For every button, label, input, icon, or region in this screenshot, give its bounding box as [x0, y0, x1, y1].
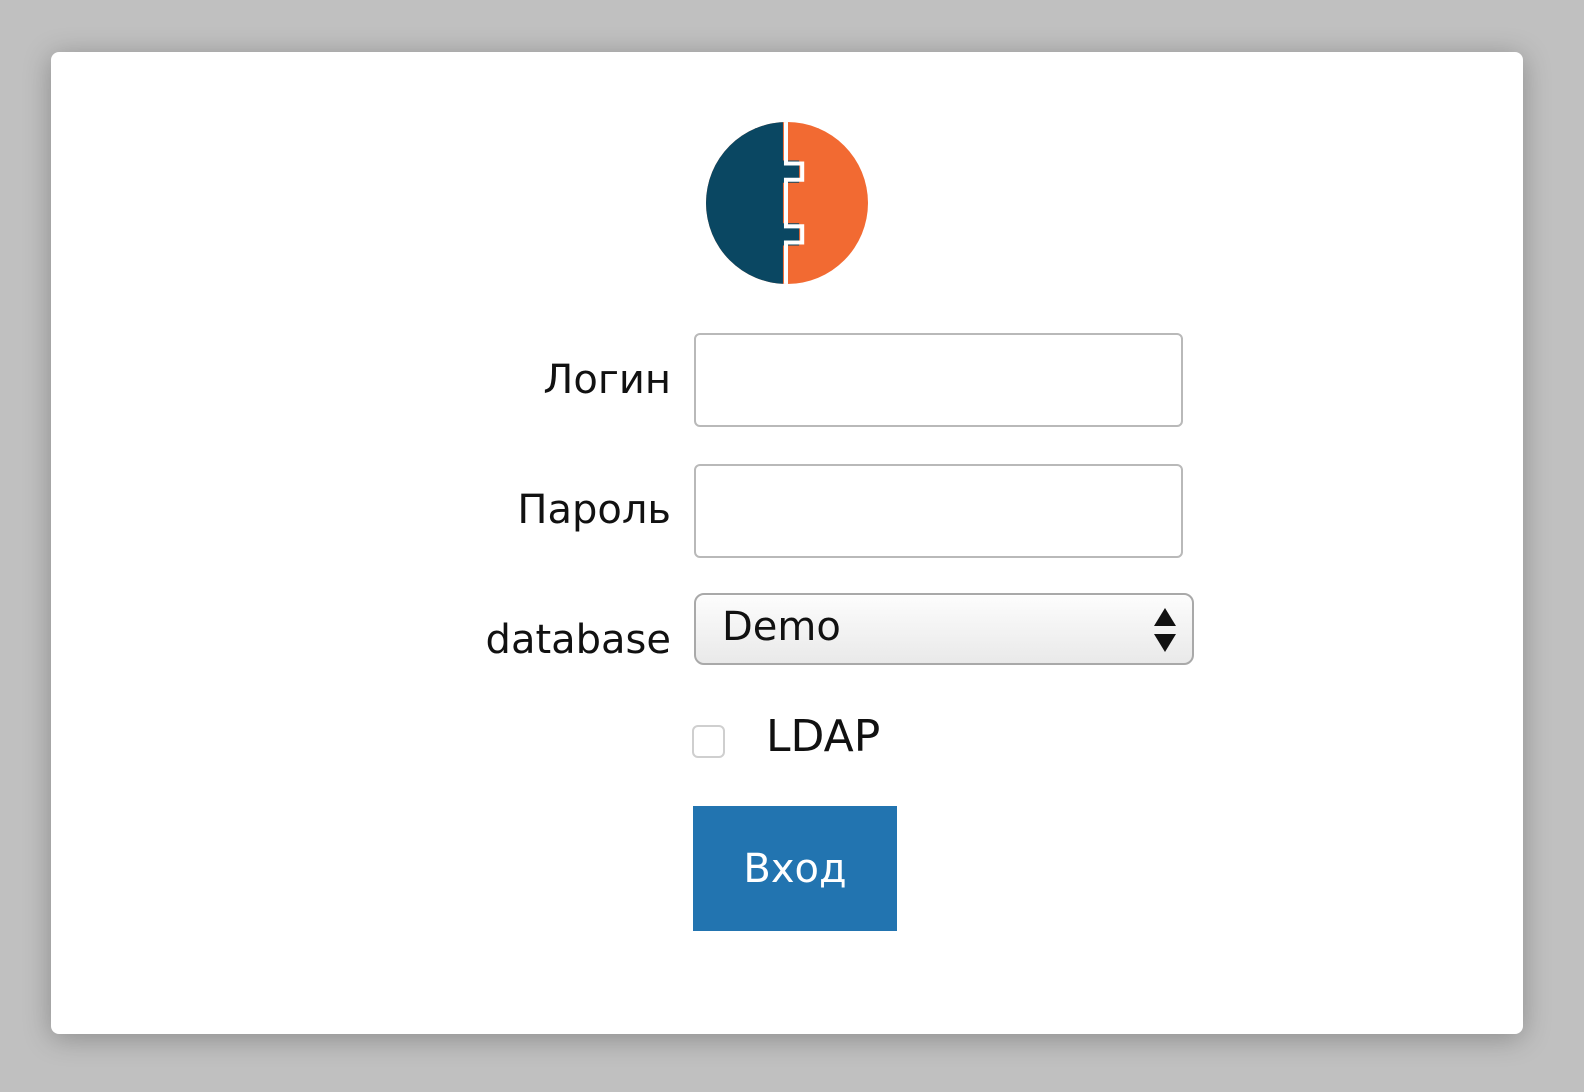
password-label: Пароль [517, 487, 671, 533]
login-label: Логин [543, 357, 671, 403]
up-down-arrows-icon [1154, 608, 1176, 652]
login-button[interactable]: Вход [693, 806, 897, 931]
password-input[interactable] [694, 464, 1183, 558]
app-logo [706, 122, 868, 284]
ldap-checkbox[interactable] [692, 725, 725, 758]
ldap-label: LDAP [766, 711, 881, 762]
database-label: database [485, 617, 671, 663]
database-selected-value: Demo [722, 604, 841, 650]
login-input[interactable] [694, 333, 1183, 427]
database-select[interactable]: Demo [694, 593, 1194, 665]
